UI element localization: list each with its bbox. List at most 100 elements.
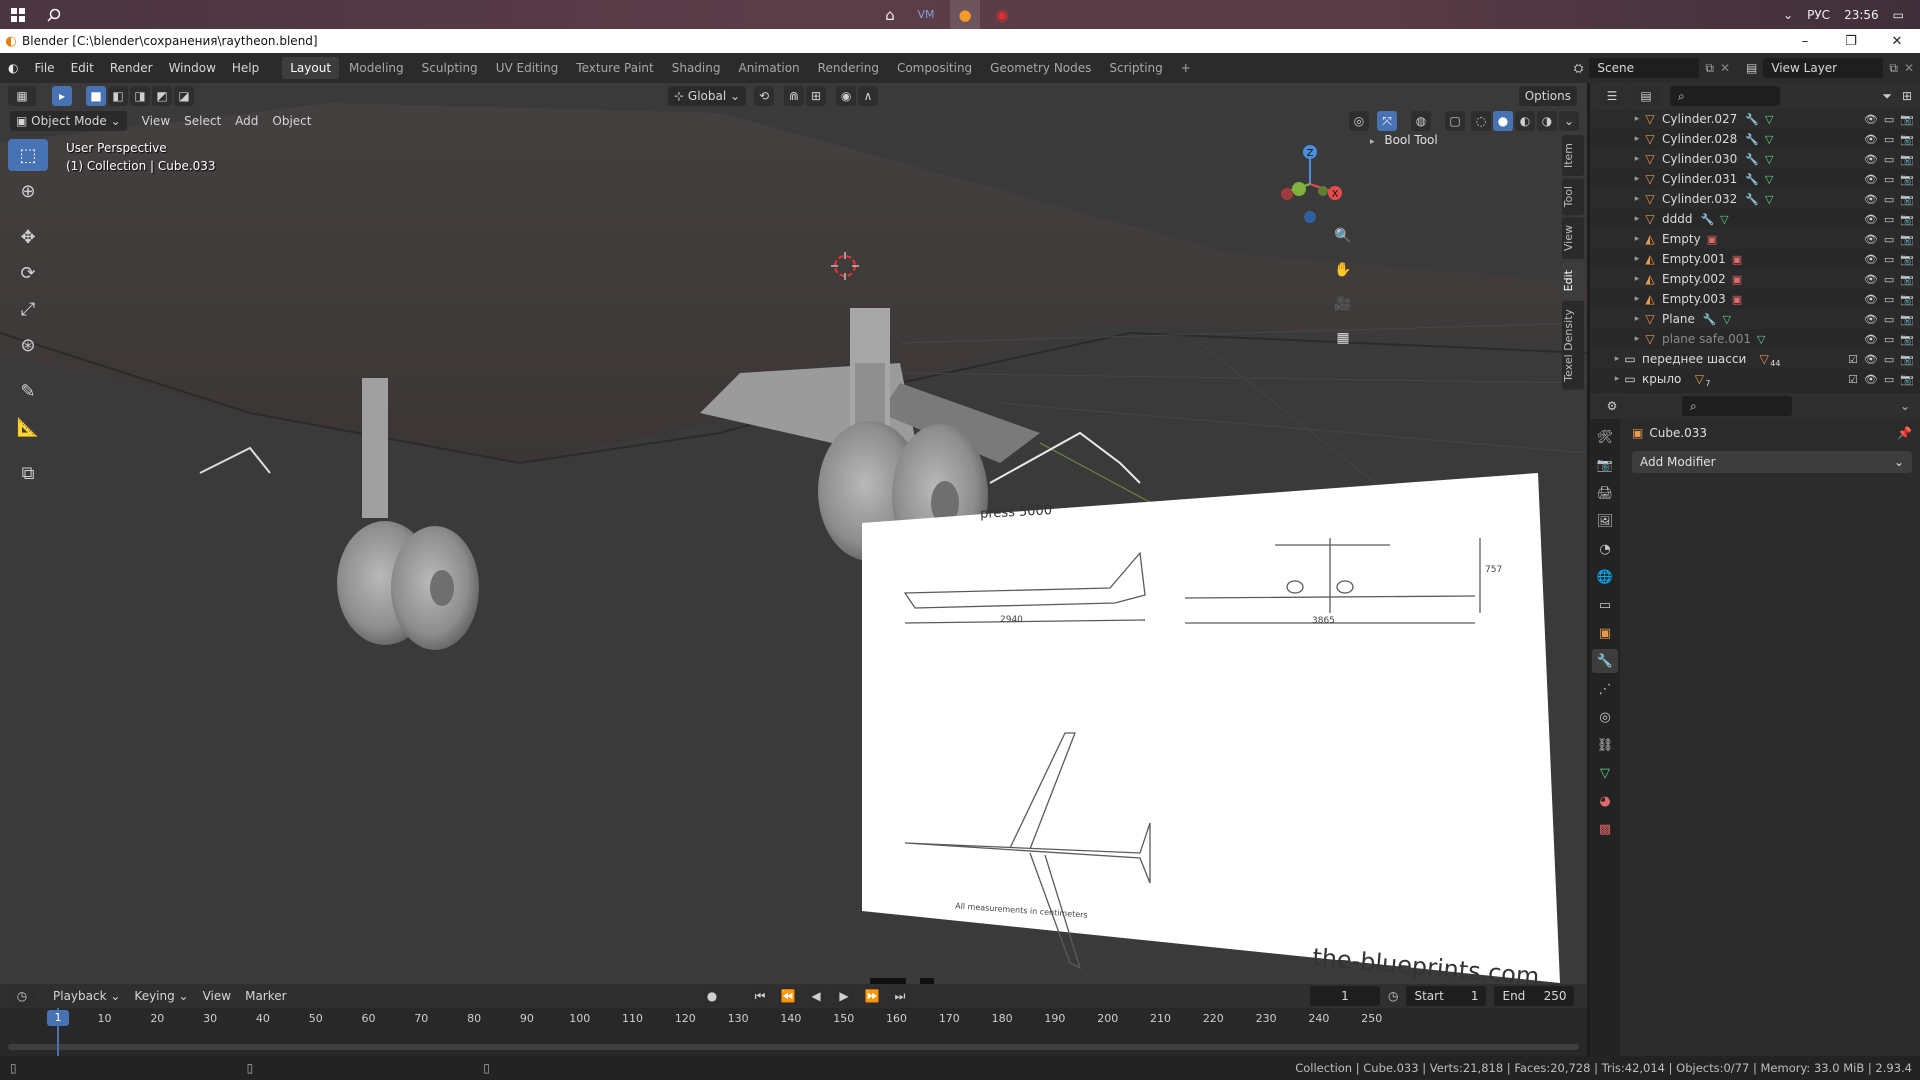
menu-window[interactable]: Window (161, 53, 224, 83)
play-icon[interactable]: ▶ (834, 986, 854, 1006)
add-workspace-button[interactable]: + (1173, 57, 1199, 79)
jump-end-icon[interactable]: ⏭ (890, 986, 910, 1006)
tab-edit[interactable]: Edit (1562, 261, 1584, 299)
shading-options-icon[interactable]: ⌄ (1559, 111, 1579, 131)
outliner-collection-row[interactable]: ▸ ▭ переднее шасси ▽ 44 ☑ 👁 ▭ 📷 (1590, 349, 1920, 369)
viewport-toggle-icon[interactable]: ▭ (1884, 193, 1894, 206)
tab-layout[interactable]: Layout (282, 57, 340, 79)
shading-material-icon[interactable]: ◐ (1515, 111, 1535, 131)
tab-scripting[interactable]: Scripting (1101, 57, 1170, 79)
view-layer-icon[interactable]: ▤ (1746, 61, 1757, 75)
wrench-icon[interactable]: 🔧 (1745, 153, 1759, 166)
scene-field[interactable]: Scene (1589, 58, 1700, 78)
bool-tool-panel[interactable]: ▸ Bool Tool (1370, 133, 1438, 147)
eye-icon[interactable]: 👁 (1864, 333, 1878, 346)
blender-menu-icon[interactable]: ◐ (0, 53, 26, 83)
transform-tool-icon[interactable]: ⊛ (8, 329, 48, 361)
move-tool-icon[interactable]: ✥ (8, 221, 48, 253)
display-mode-icon[interactable]: ▤ (1632, 86, 1660, 106)
auto-keying-icon[interactable]: ● (702, 986, 722, 1006)
tab-view[interactable]: View (1562, 217, 1584, 260)
select-mode-extend-icon[interactable]: ◧ (108, 86, 128, 106)
select-mode-subtract-icon[interactable]: ◨ (130, 86, 150, 106)
outliner-object-row[interactable]: ▸ ▽ Cylinder.028 🔧 ▽ 👁 ▭ 📷 (1590, 129, 1920, 149)
menu-render[interactable]: Render (102, 53, 161, 83)
select-tool-icon[interactable]: ⬚ (8, 139, 48, 171)
shading-rendered-icon[interactable]: ◑ (1537, 111, 1557, 131)
navigation-gizmo[interactable]: Z X (1275, 139, 1345, 229)
viewport-toggle-icon[interactable]: ▭ (1884, 213, 1894, 226)
render-toggle-icon[interactable]: 📷 (1900, 293, 1914, 306)
render-toggle-icon[interactable]: 📷 (1900, 373, 1914, 386)
scene-tab-icon[interactable]: ◔ (1592, 537, 1618, 561)
tab-uv-editing[interactable]: UV Editing (488, 57, 567, 79)
start-frame-field[interactable]: Start 1 (1406, 986, 1487, 1006)
expand-arrow-icon[interactable]: ▸ (1612, 374, 1622, 384)
jump-keyframe-back-icon[interactable]: ⏪ (778, 986, 798, 1006)
blender-taskbar-icon[interactable]: ● (950, 0, 980, 29)
new-collection-icon[interactable]: ⊞ (1902, 89, 1912, 103)
current-frame-field[interactable]: 1 (1310, 986, 1380, 1006)
filter-icon[interactable]: ⏷ (1882, 89, 1892, 104)
shading-wireframe-icon[interactable]: ◌ (1471, 111, 1491, 131)
particles-tab-icon[interactable]: ⋰ (1592, 677, 1618, 701)
tab-shading[interactable]: Shading (664, 57, 729, 79)
timeline-ruler[interactable]: 10 20 30 40 50 60 70 80 90 100 110 120 130 140 150 160 1… (0, 1008, 1587, 1056)
expand-arrow-icon[interactable]: ▸ (1632, 314, 1642, 324)
mesh-data-icon[interactable]: ▽ (1765, 173, 1773, 186)
properties-options-icon[interactable]: ⌄ (1900, 399, 1910, 413)
texture-tab-icon[interactable]: ▩ (1592, 817, 1618, 841)
menu-edit[interactable]: Edit (63, 53, 102, 83)
mesh-data-icon[interactable]: ▽ (1765, 193, 1773, 206)
clock[interactable]: 23:56 (1844, 8, 1879, 22)
outliner-object-row[interactable]: ▸ ▽ Plane 🔧 ▽ 👁 ▭ 📷 (1590, 309, 1920, 329)
eye-icon[interactable]: 👁 (1864, 113, 1878, 126)
menu-file[interactable]: File (26, 53, 62, 83)
tab-texel-density[interactable]: Texel Density (1562, 300, 1584, 390)
opera-taskbar-icon[interactable]: ◉ (988, 0, 1016, 29)
expand-arrow-icon[interactable]: ▸ (1632, 334, 1642, 344)
render-toggle-icon[interactable]: 📷 (1900, 193, 1914, 206)
remove-scene-icon[interactable]: ✕ (1720, 61, 1730, 75)
outliner-object-row[interactable]: ▸ ▽ Cylinder.027 🔧 ▽ 👁 ▭ 📷 (1590, 109, 1920, 129)
proportional-edit-icon[interactable]: ◉ (836, 86, 857, 106)
mesh-data-icon[interactable]: ▽ (1720, 213, 1728, 226)
menu-object[interactable]: Object (265, 114, 318, 128)
tab-sculpting[interactable]: Sculpting (414, 57, 486, 79)
cursor-tool-icon[interactable]: ⊕ (8, 175, 48, 207)
eye-icon[interactable]: 👁 (1864, 233, 1878, 246)
view-layer-tab-icon[interactable]: 🖼 (1592, 509, 1618, 533)
menu-add[interactable]: Add (228, 114, 265, 128)
outliner-search-input[interactable]: ⌕ (1670, 86, 1780, 106)
tab-animation[interactable]: Animation (730, 57, 807, 79)
viewport-toggle-icon[interactable]: ▭ (1884, 233, 1894, 246)
wrench-icon[interactable]: 🔧 (1745, 133, 1759, 146)
camera-view-icon[interactable]: 🎥 (1330, 291, 1356, 317)
viewport-toggle-icon[interactable]: ▭ (1884, 353, 1894, 366)
exclude-checkbox[interactable]: ☑ (1848, 373, 1858, 386)
image-empty-icon[interactable]: ▣ (1707, 233, 1717, 246)
snap-target-icon[interactable]: ⊞ (806, 86, 827, 106)
select-mode-new-icon[interactable]: ■ (86, 86, 106, 106)
render-toggle-icon[interactable]: 📷 (1900, 273, 1914, 286)
mesh-data-icon[interactable]: ▽ (1765, 133, 1773, 146)
outliner-object-row[interactable]: ▸ ▽ Cylinder.030 🔧 ▽ 👁 ▭ 📷 (1590, 149, 1920, 169)
render-toggle-icon[interactable]: 📷 (1900, 153, 1914, 166)
tool-tab-icon[interactable]: 🛠 (1592, 425, 1618, 449)
image-empty-icon[interactable]: ▣ (1732, 253, 1742, 266)
select-mode-invert-icon[interactable]: ◩ (152, 86, 172, 106)
expand-arrow-icon[interactable]: ▸ (1632, 294, 1642, 304)
store-icon[interactable]: ⌂ (876, 0, 904, 29)
menu-view[interactable]: View (135, 114, 177, 128)
object-tab-icon[interactable]: ▣ (1592, 621, 1618, 645)
mode-dropdown[interactable]: ▣ Object Mode ⌄ (10, 111, 127, 131)
eye-icon[interactable]: 👁 (1864, 373, 1878, 386)
expand-arrow-icon[interactable]: ▸ (1632, 234, 1642, 244)
tab-tool[interactable]: Tool (1562, 178, 1584, 216)
viewport-toggle-icon[interactable]: ▭ (1884, 293, 1894, 306)
jump-keyframe-forward-icon[interactable]: ⏩ (862, 986, 882, 1006)
tab-item[interactable]: Item (1562, 135, 1584, 177)
minimize-button[interactable]: – (1782, 29, 1828, 53)
viewport-toggle-icon[interactable]: ▭ (1884, 173, 1894, 186)
select-box-icon[interactable]: ▸ (52, 86, 72, 106)
